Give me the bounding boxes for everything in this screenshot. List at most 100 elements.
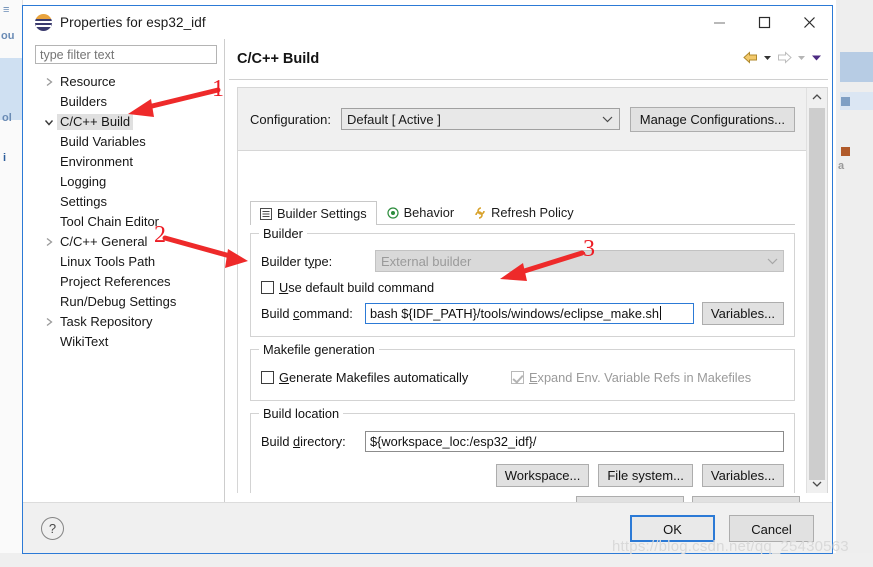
page-title-divider bbox=[229, 79, 828, 80]
tree-item-tool-chain-editor[interactable]: Tool Chain Editor bbox=[35, 212, 219, 232]
tree-item-c-c-general[interactable]: C/C++ General bbox=[35, 232, 219, 252]
tree-item-label: Settings bbox=[60, 194, 107, 209]
tree-item-run-debug-settings[interactable]: Run/Debug Settings bbox=[35, 292, 219, 312]
generate-makefiles-checkbox[interactable] bbox=[261, 370, 274, 384]
tree-item-c-c-build[interactable]: C/C++ Build bbox=[35, 112, 219, 132]
tree-item-settings[interactable]: Settings bbox=[35, 192, 219, 212]
background-right-selection bbox=[840, 52, 873, 82]
annotation-number-2: 2 bbox=[154, 222, 166, 248]
filter-input[interactable] bbox=[35, 45, 217, 64]
chevron-down-icon bbox=[812, 481, 822, 487]
expand-env-variable-refs-label: Expand Env. Variable Refs in Makefiles bbox=[529, 369, 752, 385]
manage-configurations-button[interactable]: Manage Configurations... bbox=[629, 106, 795, 132]
file-system-button[interactable]: File system... bbox=[598, 464, 693, 487]
settings-vertical-scrollbar[interactable] bbox=[806, 88, 827, 493]
tree-item-task-repository[interactable]: Task Repository bbox=[35, 312, 219, 332]
maximize-button[interactable] bbox=[742, 6, 787, 39]
tree-item-label: C/C++ Build bbox=[57, 114, 134, 130]
tree-item-label: Project References bbox=[60, 274, 171, 289]
chevron-right-icon[interactable] bbox=[41, 237, 57, 247]
tree-item-environment[interactable]: Environment bbox=[35, 152, 219, 172]
workspace-button[interactable]: Workspace... bbox=[495, 464, 590, 487]
use-default-build-command-label: Use default build command bbox=[279, 279, 435, 295]
tab-behavior[interactable]: Behavior bbox=[377, 200, 465, 224]
close-icon bbox=[804, 17, 815, 28]
close-button[interactable] bbox=[787, 6, 832, 39]
builder-type-value: External builder bbox=[381, 253, 472, 269]
tree-item-label: Run/Debug Settings bbox=[60, 294, 177, 309]
forward-arrow-icon[interactable] bbox=[777, 51, 792, 64]
maximize-icon bbox=[758, 16, 771, 29]
minimize-button[interactable] bbox=[697, 6, 742, 39]
tab-label: Builder Settings bbox=[277, 206, 367, 221]
tab-refresh-policy[interactable]: Refresh Policy bbox=[464, 200, 584, 224]
tree-item-build-variables[interactable]: Build Variables bbox=[35, 132, 219, 152]
tree-item-project-references[interactable]: Project References bbox=[35, 272, 219, 292]
window-controls bbox=[697, 6, 832, 39]
background-right-icon-2 bbox=[841, 147, 850, 156]
chevron-up-icon bbox=[812, 94, 822, 100]
build-command-field[interactable]: bash ${IDF_PATH}/tools/windows/eclipse_m… bbox=[365, 302, 694, 324]
chevron-right-icon[interactable] bbox=[41, 77, 57, 87]
build-location-variables-button[interactable]: Variables... bbox=[701, 464, 784, 487]
build-directory-value: ${workspace_loc:/esp32_idf}/ bbox=[370, 433, 537, 449]
back-menu-chevron-down-icon[interactable] bbox=[763, 53, 772, 62]
tree-item-logging[interactable]: Logging bbox=[35, 172, 219, 192]
tree-item-label: Builders bbox=[60, 94, 107, 109]
background-glyph-e: a bbox=[838, 160, 845, 172]
configuration-value: Default [ Active ] bbox=[346, 111, 441, 127]
chevron-down-icon bbox=[761, 257, 783, 265]
makefile-generation-group-title: Makefile generation bbox=[259, 342, 379, 357]
settings-scroll-area: Configuration: Default [ Active ] Manage… bbox=[237, 87, 828, 493]
page-nav-icons bbox=[743, 51, 822, 64]
properties-dialog: Properties for esp32_idf Resource Builder… bbox=[22, 5, 833, 554]
radio-target-icon bbox=[387, 206, 399, 219]
back-arrow-icon[interactable] bbox=[743, 51, 758, 64]
tree-item-label: Build Variables bbox=[60, 134, 146, 149]
build-command-variables-button[interactable]: Variables... bbox=[701, 301, 784, 325]
tree-item-label: Tool Chain Editor bbox=[60, 214, 159, 229]
annotation-number-3: 3 bbox=[583, 236, 595, 262]
makefile-generation-group: Makefile generation Generate Makefiles a… bbox=[250, 342, 795, 401]
background-right-icon-1 bbox=[841, 97, 850, 106]
background-bottom-strip bbox=[0, 553, 873, 567]
settings-content-pane: C/C++ Build Configuration: Default [Act… bbox=[229, 39, 832, 508]
background-glyph-a: ≡ bbox=[3, 4, 10, 16]
expand-env-variable-refs-checkbox bbox=[511, 370, 524, 384]
tree-item-builders[interactable]: Builders bbox=[35, 92, 219, 112]
scroll-up-button[interactable] bbox=[807, 88, 827, 106]
tree-item-label: Logging bbox=[60, 174, 107, 189]
background-left-selection bbox=[0, 58, 22, 120]
tree-item-label: Environment bbox=[60, 154, 133, 169]
configuration-combo[interactable]: Default [ Active ] bbox=[340, 108, 620, 130]
forward-menu-chevron-down-icon[interactable] bbox=[797, 53, 806, 62]
refresh-link-icon bbox=[474, 206, 486, 219]
build-location-buttons: Workspace... File system... Variables... bbox=[261, 464, 784, 487]
build-command-row: Build command: bash ${IDF_PATH}/tools/wi… bbox=[261, 300, 784, 326]
pane-splitter[interactable] bbox=[224, 39, 225, 503]
use-default-build-command-row[interactable]: Use default build command bbox=[261, 274, 784, 300]
chevron-down-icon[interactable] bbox=[41, 118, 57, 127]
tree-item-label: Resource bbox=[60, 74, 116, 89]
tree-item-wikitext[interactable]: WikiText bbox=[35, 332, 219, 352]
makefile-options-row: Generate Makefiles automatically Expand … bbox=[261, 364, 784, 390]
tree-item-linux-tools-path[interactable]: Linux Tools Path bbox=[35, 252, 219, 272]
scroll-down-button[interactable] bbox=[807, 475, 827, 493]
configuration-label: Configuration: bbox=[250, 111, 331, 127]
scrollbar-thumb[interactable] bbox=[809, 108, 825, 480]
question-mark-icon[interactable]: ? bbox=[41, 516, 64, 540]
tree-item-resource[interactable]: Resource bbox=[35, 72, 219, 92]
configuration-row: Configuration: Default [ Active ] Manage… bbox=[238, 88, 807, 151]
build-directory-field[interactable]: ${workspace_loc:/esp32_idf}/ bbox=[365, 430, 784, 452]
builder-type-combo: External builder bbox=[375, 250, 784, 272]
dialog-title: Properties for esp32_idf bbox=[60, 15, 206, 30]
build-command-value: bash ${IDF_PATH}/tools/windows/eclipse_m… bbox=[370, 305, 660, 321]
dialog-titlebar: Properties for esp32_idf bbox=[23, 6, 832, 39]
use-default-build-command-checkbox[interactable] bbox=[261, 280, 274, 294]
tab-builder-settings[interactable]: Builder Settings bbox=[250, 201, 377, 225]
minimize-icon bbox=[714, 22, 725, 24]
list-icon bbox=[260, 207, 272, 220]
overflow-chevron-down-icon[interactable] bbox=[811, 53, 822, 62]
chevron-right-icon[interactable] bbox=[41, 317, 57, 327]
tab-label: Refresh Policy bbox=[491, 205, 574, 220]
